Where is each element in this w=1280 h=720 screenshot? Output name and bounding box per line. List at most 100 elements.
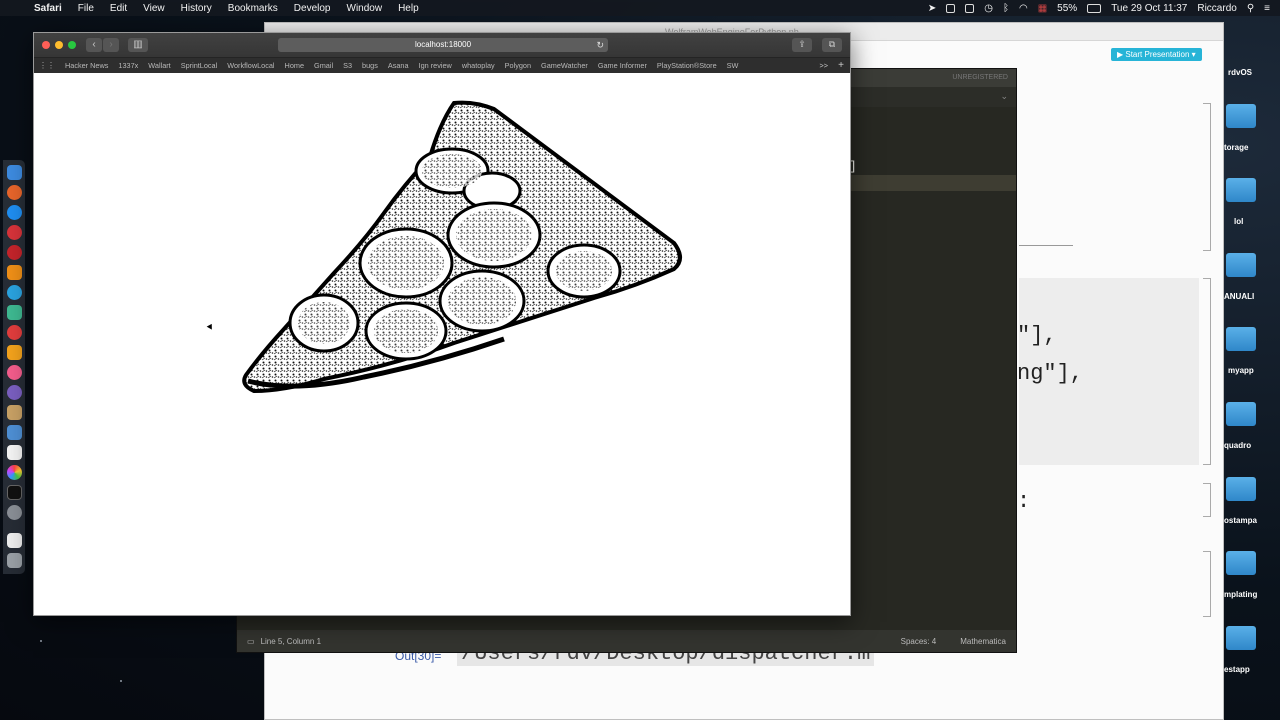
notebook-toolbar: ▶ Start Presentation ▾	[1111, 48, 1202, 61]
firefox-icon[interactable]	[6, 185, 22, 200]
menu-edit[interactable]: Edit	[102, 3, 135, 14]
bookmark-s3[interactable]: S3	[338, 61, 357, 70]
notification-center-icon[interactable]: ≡	[1264, 3, 1270, 14]
menubar-status-area: ➤ ◷ ᛒ ◠ ▦ 55% Tue 29 Oct 11:37 Riccardo …	[928, 3, 1280, 14]
bookmark-asana[interactable]: Asana	[383, 61, 414, 70]
folder-icon	[1226, 327, 1256, 351]
slack-icon[interactable]	[6, 305, 22, 320]
document-icon[interactable]	[6, 533, 22, 548]
bookmark-workflowlocal[interactable]: WorkflowLocal	[222, 61, 279, 70]
desktop-item-label: lol	[1234, 217, 1244, 226]
menu-bookmarks[interactable]: Bookmarks	[220, 3, 286, 14]
bookmark-home[interactable]: Home	[280, 61, 309, 70]
bookmark-1337x[interactable]: 1337x	[113, 61, 143, 70]
location-icon[interactable]: ➤	[928, 3, 936, 14]
cell-bracket[interactable]	[1203, 551, 1211, 617]
close-window-button[interactable]	[42, 41, 50, 49]
current-line-highlight	[849, 175, 1016, 191]
preview-icon[interactable]	[6, 425, 22, 440]
new-tab-icon[interactable]: +	[838, 60, 844, 71]
clock[interactable]: Tue 29 Oct 11:37	[1111, 3, 1187, 14]
menubar: Safari File Edit View History Bookmarks …	[0, 0, 1280, 16]
bookmark-whatoplay[interactable]: whatoplay	[457, 61, 500, 70]
bluetooth-icon[interactable]: ᛒ	[1003, 3, 1009, 14]
menu-develop[interactable]: Develop	[286, 3, 339, 14]
menu-app-safari[interactable]: Safari	[26, 3, 70, 14]
trash-icon[interactable]	[6, 553, 22, 568]
photos-icon[interactable]	[6, 465, 22, 480]
share-icon[interactable]: ⇪	[792, 38, 812, 52]
battery-percent[interactable]: 55%	[1057, 3, 1077, 14]
zoom-window-button[interactable]	[68, 41, 76, 49]
forward-button[interactable]: ›	[103, 38, 119, 52]
menu-help[interactable]: Help	[390, 3, 427, 14]
bookmark-sw[interactable]: SW	[722, 61, 744, 70]
bookmark-game-informer[interactable]: Game Informer	[593, 61, 652, 70]
user-name[interactable]: Riccardo	[1197, 3, 1236, 14]
reload-icon[interactable]: ↻	[596, 38, 604, 52]
bookmark-wallart[interactable]: Wallart	[143, 61, 175, 70]
desktop-item-label: torage	[1224, 143, 1249, 152]
telegram-icon[interactable]	[6, 285, 22, 300]
divider	[1019, 245, 1073, 246]
gear-red-icon[interactable]	[6, 245, 22, 260]
minimize-window-button[interactable]	[55, 41, 63, 49]
bookmark-hacker-news[interactable]: Hacker News	[60, 61, 113, 70]
grid-icon[interactable]: ⋮⋮	[34, 61, 60, 70]
gear-red-icon[interactable]	[6, 225, 22, 240]
code-fragment-2[interactable]: ng"],	[1017, 361, 1083, 386]
folder-icon	[1226, 253, 1256, 277]
home-icon[interactable]	[6, 345, 22, 360]
line-column-indicator[interactable]: Line 5, Column 1	[261, 637, 321, 646]
music-icon[interactable]	[6, 365, 22, 380]
airplay-icon[interactable]	[965, 3, 975, 13]
sublime-text-icon[interactable]	[6, 265, 22, 280]
menu-view[interactable]: View	[135, 3, 173, 14]
finder-icon[interactable]	[6, 165, 22, 180]
system-preferences-icon[interactable]	[6, 505, 22, 520]
bookmark-polygon[interactable]: Polygon	[500, 61, 536, 70]
back-button[interactable]: ‹	[86, 38, 102, 52]
folder-icon	[1226, 551, 1256, 575]
cell-bracket[interactable]	[1203, 483, 1211, 517]
tabs-overview-icon[interactable]: ⧉	[822, 38, 842, 52]
sidebar-toggle-icon[interactable]: ▥	[128, 38, 148, 52]
calendar-icon[interactable]	[6, 445, 22, 460]
address-bar[interactable]: localhost:18000 ↻	[278, 38, 608, 52]
folder-icon	[1226, 477, 1256, 501]
menu-history[interactable]: History	[173, 3, 220, 14]
code-fragment-1[interactable]: "],	[1017, 323, 1057, 348]
indentation-setting[interactable]: Spaces: 4	[901, 637, 937, 646]
bookmarks-overflow-button[interactable]: >>	[819, 61, 828, 70]
folder-icon	[1226, 104, 1256, 128]
bookmarks-bar: ⋮⋮ Hacker News 1337x Wallart SprintLocal…	[34, 57, 850, 73]
bookmark-playstation-store[interactable]: PlayStation®Store	[652, 61, 722, 70]
wifi-icon[interactable]: ◠	[1019, 3, 1028, 14]
menu-file[interactable]: File	[70, 3, 102, 14]
bookmark-ign-review[interactable]: Ign review	[414, 61, 457, 70]
star	[40, 640, 42, 642]
flag-icon[interactable]: ▦	[1038, 3, 1047, 14]
syntax-setting[interactable]: Mathematica	[960, 637, 1006, 646]
time-machine-icon[interactable]: ◷	[984, 3, 993, 14]
safari-icon[interactable]	[6, 205, 22, 220]
bookmark-bugs[interactable]: bugs	[357, 61, 383, 70]
chevron-down-icon[interactable]: ⌄	[1000, 91, 1008, 102]
panel-toggle-icon[interactable]: ▭	[247, 637, 255, 646]
spotlight-search-icon[interactable]: ⚲	[1247, 3, 1254, 14]
menu-window[interactable]: Window	[339, 3, 391, 14]
bookmark-gmail[interactable]: Gmail	[309, 61, 338, 70]
github-icon[interactable]	[6, 385, 22, 400]
folder-icon	[1226, 402, 1256, 426]
bookmark-sprintlocal[interactable]: SprintLocal	[176, 61, 223, 70]
cell-bracket[interactable]	[1203, 278, 1211, 465]
bookmark-gamewatcher[interactable]: GameWatcher	[536, 61, 593, 70]
display-icon[interactable]	[946, 3, 956, 13]
speech-bubble-icon[interactable]	[6, 325, 22, 340]
code-fragment-3[interactable]: :	[1017, 489, 1030, 514]
terminal-icon[interactable]	[6, 485, 22, 500]
battery-icon[interactable]	[1087, 3, 1102, 13]
start-presentation-button[interactable]: ▶ Start Presentation ▾	[1111, 48, 1202, 61]
folder-icon[interactable]	[6, 405, 22, 420]
cell-bracket[interactable]	[1203, 103, 1211, 251]
